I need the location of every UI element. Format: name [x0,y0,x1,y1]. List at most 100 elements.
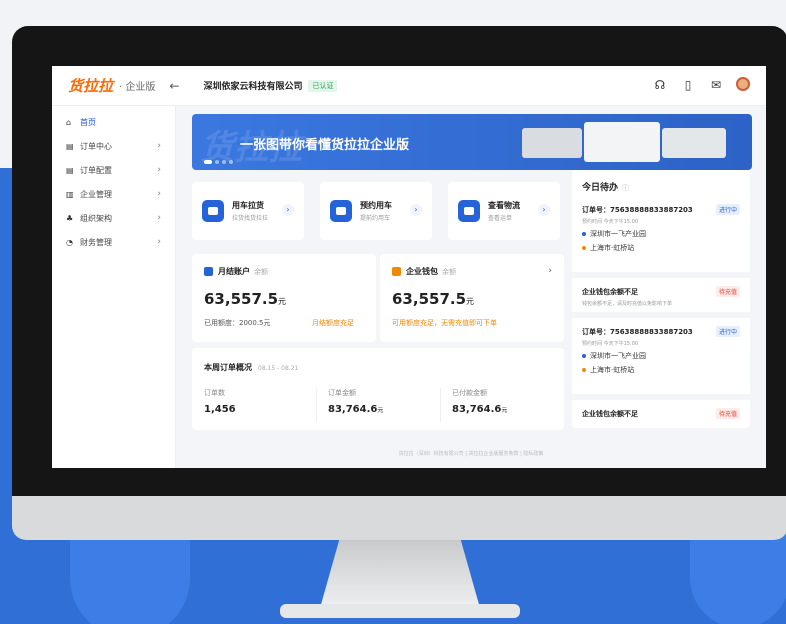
arrow-right-icon: › [538,204,550,216]
arrow-right-icon: › [282,204,294,216]
company-name[interactable]: 深圳依家云科技有限公司 [203,79,302,92]
quick-action-subtitle: 拉货找货拉拉 [232,215,269,222]
carousel-dot[interactable] [222,160,226,164]
address-text: 深圳市一飞产业园 [590,352,646,360]
sidebar: ⌂ 首页 ▤ 订单中心 › ▤ 订单配置 › ▥ 企业管理 › ♣ 组织架构 › [52,106,176,468]
sidebar-item-org[interactable]: ♣ 组织架构 › [52,206,175,230]
todo-item[interactable]: 企业钱包余额不足 待充值 钱包余额不足，请及时充值以免影响下单 [572,286,750,307]
document-icon[interactable]: ▯ [680,77,696,93]
weekly-orders-card: 本周订单概况 08.15 - 08.21 订单数 1,456 订单金额 83,76… [192,348,564,430]
stat-value: 83,764.6元 [328,404,448,415]
stat-label: 已付款金额 [452,389,487,397]
footer: 货拉拉（深圳）科技有限公司 | 货拉拉企业版服务条款 | 隐私政策 [398,451,544,457]
sidebar-item-label: 订单中心 [80,141,112,151]
monitor-base [280,604,520,618]
divider [572,394,750,400]
app-screen: 货拉拉 · 企业版 ← 深圳依家云科技有限公司 已认证 ☊ ▯ ✉ ⌂ 首页 ▤… [52,66,766,468]
divider [572,312,750,318]
todo-item-title: 订单号：75638888833887203 [582,205,693,214]
destination-dot-icon [582,368,586,372]
todo-item[interactable]: 企业钱包余额不足 待充值 [572,408,750,419]
todo-item-title: 订单号：75638888833887203 [582,327,693,336]
truck-image [522,128,582,158]
quick-action-use-car[interactable]: 用车拉货 拉货找货拉拉 › [192,182,304,240]
sidebar-item-label: 订单配置 [80,165,112,175]
destination-dot-icon [582,246,586,250]
carousel-dot[interactable] [215,160,219,164]
calendar-icon [330,200,352,222]
order-icon: ▤ [66,141,74,151]
sidebar-item-home[interactable]: ⌂ 首页 [52,110,175,134]
chevron-right-icon: › [157,213,161,223]
sidebar-item-company[interactable]: ▥ 企业管理 › [52,182,175,206]
message-icon[interactable]: ✉ [708,77,724,93]
stat-number: 83,764.6 [328,404,378,415]
verified-badge: 已认证 [308,79,338,92]
status-badge: 待充值 [715,286,740,297]
top-bar-actions: ☊ ▯ ✉ [652,77,750,93]
stat-label: 订单数 [204,389,225,397]
chevron-right-icon: › [157,141,161,151]
sidebar-item-orders[interactable]: ▤ 订单中心 › [52,134,175,158]
stat-value: 83,764.6元 [452,404,572,415]
brand-subtitle: · 企业版 [119,82,156,93]
headset-icon[interactable]: ☊ [652,77,668,93]
todo-panel: 今日待办 ⓘ 订单号：75638888833887203 进行中 预约时间 今天下午… [572,170,750,428]
stat-order-amount: 订单金额 83,764.6元 [328,388,448,415]
package-icon [458,200,480,222]
quick-action-logistics[interactable]: 查看物流 查看运单 › [448,182,560,240]
monitor-stand [320,540,480,608]
quick-action-title: 用车拉货 [232,201,264,210]
brand-logo[interactable]: 货拉拉 [68,75,113,96]
wallet-status-link[interactable]: 可用额度充足，无需充值即可下单 [392,318,497,328]
truck-image [662,128,726,158]
quick-action-title: 预约用车 [360,201,392,210]
quick-action-subtitle: 提前约用车 [360,215,391,222]
home-icon: ⌂ [66,117,72,127]
carousel-dot[interactable] [204,160,212,164]
building-icon: ▥ [66,189,74,199]
monitor-chin [12,496,786,540]
carousel-dots[interactable] [204,160,233,164]
todo-item-subtitle: 预约时间 今天下午15:00 [582,341,638,347]
top-bar: 货拉拉 · 企业版 ← 深圳依家云科技有限公司 已认证 ☊ ▯ ✉ [52,66,766,106]
account-balance: 63,557.5元 [204,290,286,308]
todo-item-from: 深圳市一飞产业园 [582,351,740,361]
balance-unit: 元 [466,297,475,306]
sidebar-item-order-config[interactable]: ▤ 订单配置 › [52,158,175,182]
carousel-dot[interactable] [229,160,233,164]
wallet-account-card[interactable]: 企业钱包 余额 › 63,557.5元 可用额度充足，无需充值即可下单 [380,254,564,342]
stat-order-count: 订单数 1,456 [204,388,324,415]
stat-number: 1,456 [204,404,236,415]
weekly-title: 本周订单概况 08.15 - 08.21 [204,362,298,373]
address-text: 上海市·虹桥站 [590,366,635,374]
promo-banner[interactable]: 货拉拉 一张图带你看懂货拉拉企业版 [192,114,752,170]
origin-dot-icon [582,232,586,236]
stat-label: 订单金额 [328,389,356,397]
avatar[interactable] [736,77,750,91]
account-title-row: 企业钱包 余额 [392,266,456,277]
chevron-right-icon: › [157,189,161,199]
account-muted-label: 余额 [442,267,456,276]
status-badge: 待充值 [715,408,740,419]
todo-item[interactable]: 订单号：75638888833887203 进行中 预约时间 今天下午15:00 … [572,204,750,253]
sidebar-item-finance[interactable]: ◔ 财务管理 › [52,230,175,254]
quick-action-title: 查看物流 [488,201,520,210]
chevron-right-icon[interactable]: › [548,266,552,276]
monthly-account-card[interactable]: 月结账户 余额 63,557.5元 已用额度：2000.5元 月结额度充足 [192,254,376,342]
account-title: 企业钱包 [406,267,438,276]
todo-item-title: 企业钱包余额不足 [582,409,638,418]
back-arrow-icon[interactable]: ← [169,79,179,93]
divider [572,272,750,278]
todo-item[interactable]: 订单号：75638888833887203 进行中 预约时间 今天下午15:00 … [572,326,750,375]
origin-dot-icon [582,354,586,358]
info-icon[interactable]: ⓘ [622,184,629,192]
stat-paid-amount: 已付款金额 83,764.6元 [452,388,572,415]
credit-status-link[interactable]: 月结额度充足 [312,318,354,328]
account-title: 月结账户 [218,267,250,276]
todo-title-text: 今日待办 [582,183,619,193]
org-icon: ♣ [66,213,74,223]
quick-action-reserve[interactable]: 预约用车 提前约用车 › [320,182,432,240]
account-muted-label: 余额 [254,267,268,276]
truck-image [584,122,660,162]
